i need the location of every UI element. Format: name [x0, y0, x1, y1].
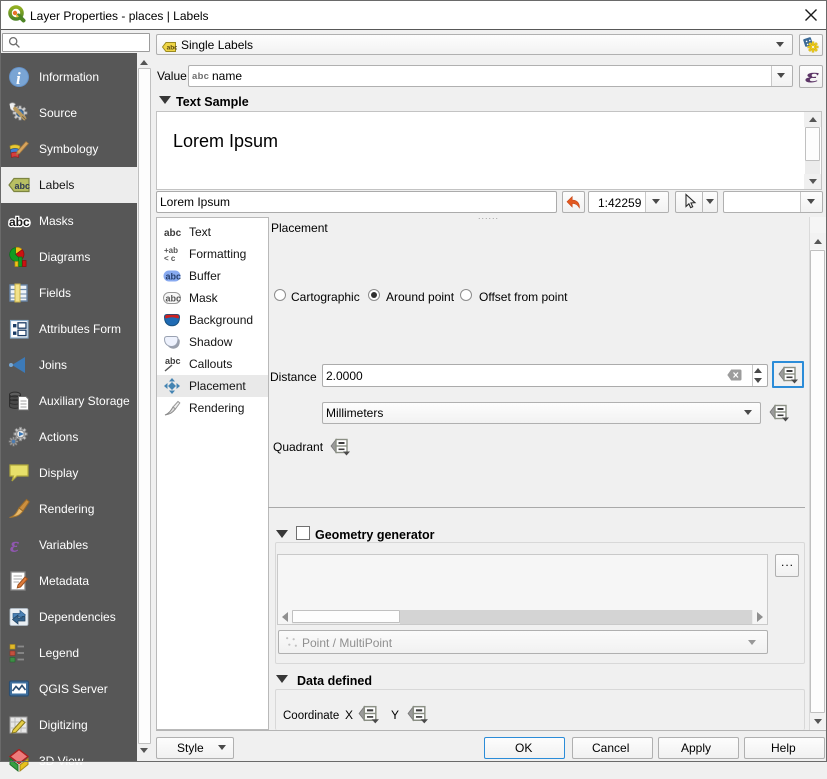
svg-text:ε: ε — [805, 66, 820, 87]
svg-text:abc: abc — [166, 272, 182, 282]
svg-text:abc: abc — [9, 215, 30, 229]
svg-text:abc: abc — [166, 294, 182, 304]
svg-text:abc: abc — [165, 356, 181, 366]
svg-text:ε: ε — [10, 533, 19, 557]
svg-text:abc: abc — [15, 181, 31, 191]
svg-text:abc: abc — [164, 228, 181, 239]
svg-text:< c: < c — [164, 254, 176, 263]
svg-text:i: i — [16, 69, 21, 88]
svg-text:abc: abc — [167, 45, 177, 52]
